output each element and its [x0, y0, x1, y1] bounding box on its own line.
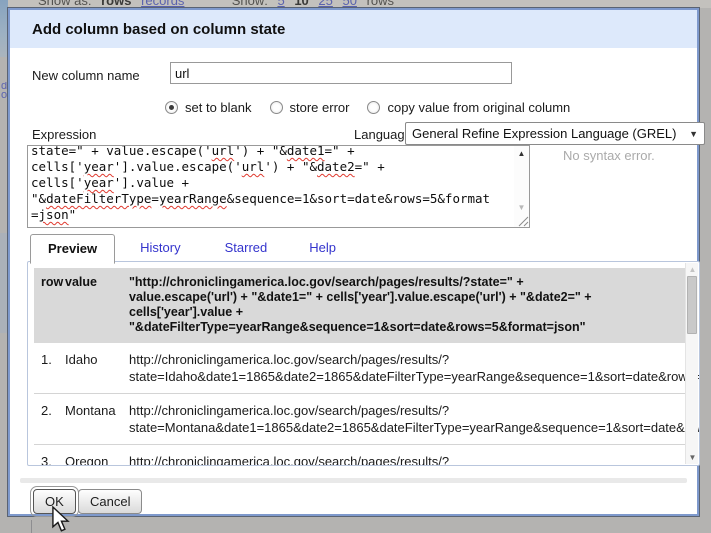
- result-url-line1: http://chroniclingamerica.loc.gov/search…: [129, 453, 700, 466]
- result-url-line1: http://chroniclingamerica.loc.gov/search…: [129, 351, 700, 368]
- page-size-25-link[interactable]: 25: [318, 0, 332, 8]
- row-result: http://chroniclingamerica.loc.gov/search…: [129, 351, 700, 385]
- page-size-5-link[interactable]: 5: [277, 0, 284, 8]
- result-url-line1: http://chroniclingamerica.loc.gov/search…: [129, 402, 700, 419]
- row-value: Oregon: [65, 453, 129, 466]
- tab-bar: Preview History Starred Help: [30, 233, 336, 262]
- expression-label: Expression: [32, 127, 96, 142]
- table-row: 1. Idaho http://chroniclingamerica.loc.g…: [34, 343, 686, 393]
- tab-preview[interactable]: Preview: [30, 234, 115, 264]
- col-header-value: value: [65, 275, 129, 335]
- pagination-text: Show as: rows records Show: 5 10 25 50 r…: [38, 0, 400, 8]
- radio-set-to-blank[interactable]: set to blank: [165, 100, 252, 115]
- page-size-10-active[interactable]: 10: [294, 0, 308, 8]
- on-error-radio-group: set to blank store error copy value from…: [165, 100, 588, 115]
- tab-history[interactable]: History: [140, 240, 180, 255]
- row-index: 3.: [41, 453, 65, 466]
- radio-copy-value-label: copy value from original column: [387, 100, 570, 115]
- row-value: Idaho: [65, 351, 129, 385]
- row-result: http://chroniclingamerica.loc.gov/search…: [129, 402, 700, 436]
- background-pagination-bar: Show as: rows records Show: 5 10 25 50 r…: [0, 0, 711, 8]
- add-column-dialog: Add column based on column state New col…: [8, 8, 699, 516]
- rows-suffix-label: rows: [367, 0, 394, 8]
- row-value: Montana: [65, 402, 129, 436]
- footer-divider: [20, 478, 687, 483]
- result-url-line2: state=Idaho&date1=1865&date2=1865&dateFi…: [129, 368, 700, 385]
- language-label: Language: [354, 127, 412, 142]
- dialog-header: Add column based on column state: [10, 10, 697, 48]
- radio-unselected-icon: [367, 101, 380, 114]
- scroll-up-icon[interactable]: ▲: [514, 149, 529, 158]
- cancel-button[interactable]: Cancel: [78, 489, 142, 514]
- tab-starred[interactable]: Starred: [225, 240, 268, 255]
- radio-store-error[interactable]: store error: [270, 100, 350, 115]
- preview-scrollbar[interactable]: ▲ ▼: [685, 263, 698, 464]
- scroll-up-icon[interactable]: ▲: [686, 265, 699, 274]
- preview-panel: row value "http://chroniclingamerica.loc…: [27, 261, 700, 466]
- radio-selected-icon: [165, 101, 178, 114]
- radio-set-to-blank-label: set to blank: [185, 100, 252, 115]
- radio-unselected-icon: [270, 101, 283, 114]
- radio-copy-value[interactable]: copy value from original column: [367, 100, 570, 115]
- background-link-fragment: d o: [1, 82, 8, 100]
- openrefine-page: Show as: rows records Show: 5 10 25 50 r…: [0, 0, 711, 533]
- page-size-50-link[interactable]: 50: [343, 0, 357, 8]
- row-result: http://chroniclingamerica.loc.gov/search…: [129, 453, 700, 466]
- preview-table-header: row value "http://chroniclingamerica.loc…: [34, 268, 686, 343]
- background-facet-image: [0, 0, 8, 57]
- chevron-down-icon: ▼: [689, 129, 698, 139]
- show-as-records-link[interactable]: records: [141, 0, 184, 8]
- scroll-down-icon[interactable]: ▼: [686, 453, 699, 462]
- table-row: 2. Montana http://chroniclingamerica.loc…: [34, 393, 686, 444]
- dialog-title: Add column based on column state: [32, 21, 285, 38]
- resize-grip-icon[interactable]: [516, 214, 529, 227]
- background-grid-line: [31, 520, 32, 533]
- show-as-rows-active[interactable]: rows: [101, 0, 131, 8]
- result-url-line2: state=Montana&date1=1865&date2=1865&date…: [129, 419, 700, 436]
- new-column-name-label: New column name: [32, 68, 140, 83]
- scrollbar-thumb[interactable]: [687, 276, 697, 334]
- col-header-row: row: [41, 275, 65, 335]
- row-index: 2.: [41, 402, 65, 436]
- language-dropdown[interactable]: General Refine Expression Language (GREL…: [405, 122, 705, 145]
- radio-store-error-label: store error: [290, 100, 350, 115]
- preview-table: row value "http://chroniclingamerica.loc…: [34, 268, 686, 466]
- scroll-down-icon[interactable]: ▼: [514, 203, 529, 212]
- syntax-status: No syntax error.: [563, 148, 655, 163]
- table-row: 3. Oregon http://chroniclingamerica.loc.…: [34, 444, 686, 466]
- new-column-name-input[interactable]: [170, 62, 512, 84]
- language-selected-value: General Refine Expression Language (GREL…: [412, 126, 676, 141]
- show-as-label: Show as:: [38, 0, 91, 8]
- expression-content: "http://chroniclingamerica.loc.gov/searc…: [31, 145, 512, 223]
- background-facet-patch: [0, 233, 8, 333]
- col-header-expression: "http://chroniclingamerica.loc.gov/searc…: [129, 275, 678, 335]
- row-index: 1.: [41, 351, 65, 385]
- tab-help[interactable]: Help: [309, 240, 336, 255]
- mouse-cursor-icon: [50, 506, 70, 533]
- expression-textarea[interactable]: "http://chroniclingamerica.loc.gov/searc…: [27, 145, 530, 228]
- show-count-label: Show:: [232, 0, 268, 8]
